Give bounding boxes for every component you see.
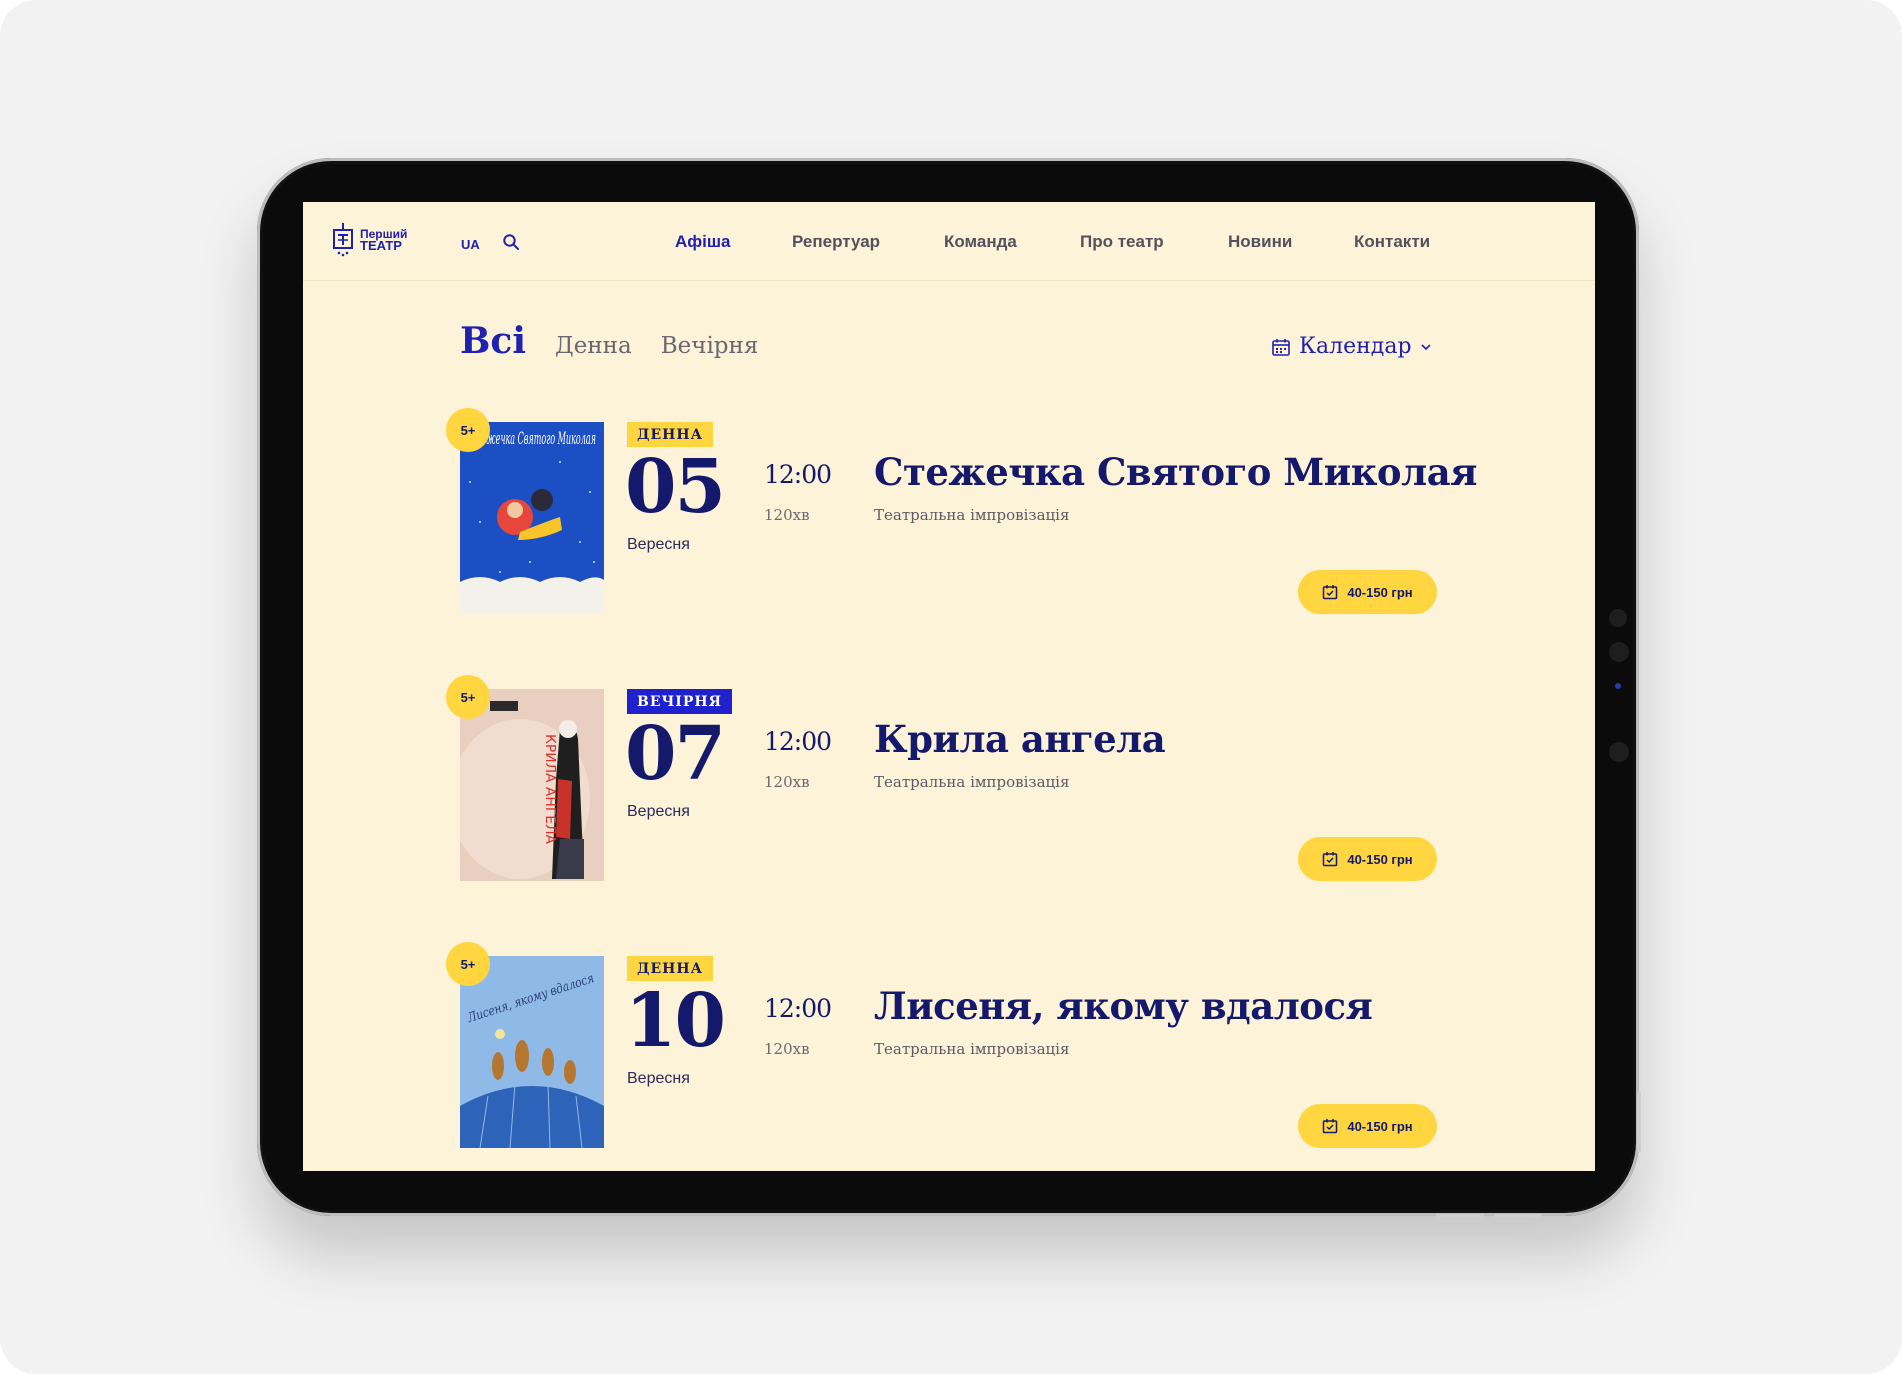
nav-item-contacts[interactable]: Контакти <box>1354 232 1430 252</box>
buy-ticket-button[interactable]: 40-150 грн <box>1298 570 1437 614</box>
buy-ticket-button[interactable]: 40-150 грн <box>1298 1104 1437 1148</box>
filter-day[interactable]: Денна <box>555 333 632 359</box>
camera-sensor <box>1609 742 1629 762</box>
event-duration: 120хв <box>764 1040 810 1058</box>
event-day: 07 <box>625 711 726 797</box>
nav-item-repertoire[interactable]: Репертуар <box>792 232 880 252</box>
camera-sensor <box>1609 609 1627 627</box>
calendar-label: Календар <box>1299 334 1412 359</box>
event-time: 12:00 <box>764 460 832 489</box>
nav-item-team[interactable]: Команда <box>944 232 1017 252</box>
camera-sensor <box>1615 683 1621 689</box>
event-month: Вересня <box>627 803 690 820</box>
event-genre: Театральна імпровізація <box>874 506 1070 524</box>
camera-sensor <box>1609 642 1629 662</box>
event-card[interactable]: 5+ КРИЛА АНГЕЛА ВЕЧІРНЯ 07 Вересня 12:00… <box>303 675 1595 889</box>
nav-item-afisha[interactable]: Афіша <box>675 232 731 252</box>
tablet-top-button <box>1494 1214 1542 1218</box>
price-label: 40-150 грн <box>1347 851 1413 867</box>
event-genre: Театральна імпровізація <box>874 773 1070 791</box>
price-label: 40-150 грн <box>1347 1118 1413 1134</box>
event-day: 05 <box>625 444 726 530</box>
event-time: 12:00 <box>764 994 832 1023</box>
site-header: Перший ТЕАТР UA Афіша Репертуар Команда … <box>303 202 1595 281</box>
event-month: Вересня <box>627 536 690 553</box>
calendar-dropdown[interactable]: Календар <box>1271 334 1432 359</box>
main-nav: Афіша Репертуар Команда Про театр Новини… <box>303 232 1595 254</box>
nav-item-news[interactable]: Новини <box>1228 232 1292 252</box>
tablet-top-button <box>1436 1214 1484 1218</box>
event-day: 10 <box>625 978 726 1064</box>
event-poster[interactable]: КРИЛА АНГЕЛА <box>460 689 604 881</box>
event-duration: 120хв <box>764 773 810 791</box>
age-badge: 5+ <box>446 675 490 719</box>
poster-title: КРИЛА АНГЕЛА <box>542 734 557 844</box>
calendar-check-icon <box>1323 852 1338 867</box>
filter-all[interactable]: Всі <box>460 320 526 362</box>
tablet-side-button <box>1637 1092 1641 1152</box>
event-card[interactable]: 5+ Лисеня, якому вдалося ДЕННА 10 Вересн… <box>303 942 1595 1156</box>
event-title[interactable]: Лисеня, якому вдалося <box>874 984 1373 1028</box>
nav-item-about[interactable]: Про театр <box>1080 232 1164 252</box>
calendar-check-icon <box>1323 585 1338 600</box>
event-duration: 120хв <box>764 506 810 524</box>
calendar-check-icon <box>1323 1119 1338 1134</box>
event-genre: Театральна імпровізація <box>874 1040 1070 1058</box>
age-badge: 5+ <box>446 942 490 986</box>
event-time: 12:00 <box>764 727 832 756</box>
event-card[interactable]: 5+ Стежечка Святого Миколая ДЕННА 05 Вер… <box>303 408 1595 622</box>
event-title[interactable]: Стежечка Святого Миколая <box>874 450 1478 494</box>
calendar-icon <box>1272 338 1290 356</box>
filter-tabs: Всі Денна Вечірня <box>460 320 758 362</box>
event-poster[interactable]: Стежечка Святого Миколая <box>460 422 604 614</box>
filter-evening[interactable]: Вечірня <box>661 333 759 359</box>
price-label: 40-150 грн <box>1347 584 1413 600</box>
age-badge: 5+ <box>446 408 490 452</box>
buy-ticket-button[interactable]: 40-150 грн <box>1298 837 1437 881</box>
chevron-down-icon <box>1420 343 1431 350</box>
event-poster[interactable]: Лисеня, якому вдалося <box>460 956 604 1148</box>
screen: Перший ТЕАТР UA Афіша Репертуар Команда … <box>303 202 1595 1171</box>
event-month: Вересня <box>627 1070 690 1087</box>
event-title[interactable]: Крила ангела <box>874 717 1166 761</box>
